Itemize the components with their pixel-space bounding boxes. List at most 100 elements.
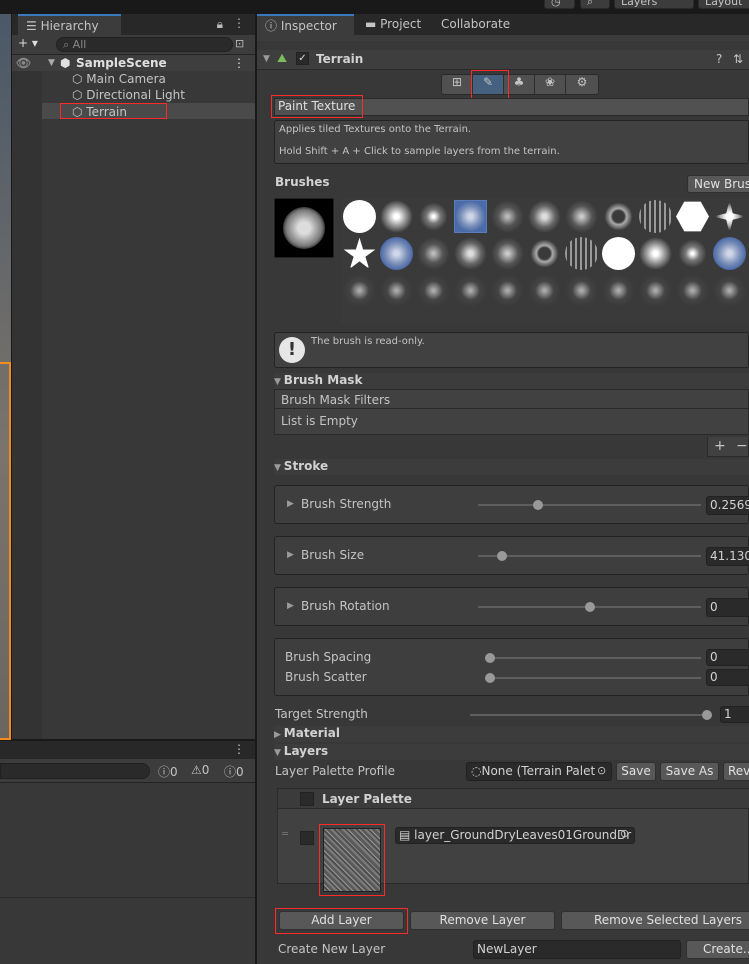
warning-count[interactable]: ⚠0: [191, 763, 209, 777]
create-layer-button[interactable]: Create...: [686, 940, 749, 959]
hierarchy-search-input[interactable]: ⌕ All: [56, 37, 233, 52]
brush-thumbnail[interactable]: [343, 274, 376, 307]
brush-thumbnail[interactable]: [454, 237, 487, 270]
select-all-checkbox[interactable]: [300, 792, 314, 806]
brush-thumbnail[interactable]: [528, 200, 561, 233]
remove-selected-layers-button[interactable]: Remove Selected Layers: [561, 911, 749, 930]
brush-thumbnail[interactable]: [639, 200, 672, 233]
menu-icon[interactable]: ⋮: [233, 16, 245, 30]
console-search-input[interactable]: [0, 763, 150, 779]
brush-size-knob[interactable]: [497, 551, 508, 561]
revert-button[interactable]: Rev: [723, 762, 749, 781]
brush-thumbnail[interactable]: [454, 274, 487, 307]
console-menu-icon[interactable]: ⋮: [233, 742, 245, 756]
tab-project[interactable]: ▬ Project: [357, 14, 429, 35]
target-strength-slider[interactable]: [470, 714, 712, 716]
brush-thumbnail[interactable]: [417, 237, 450, 270]
tool-dropdown-label[interactable]: Paint Texture: [271, 95, 363, 118]
brush-thumbnail[interactable]: [713, 274, 746, 307]
brush-mask-foldout[interactable]: ▼ Brush Mask: [274, 373, 749, 389]
brush-size-slider[interactable]: [478, 555, 701, 557]
layers-foldout[interactable]: ▼ Layers: [274, 744, 749, 760]
brush-thumbnail[interactable]: [713, 200, 746, 233]
paint-details-icon[interactable]: ❀: [535, 75, 566, 94]
remove-icon[interactable]: −: [736, 438, 748, 454]
foldout-arrow-icon[interactable]: ▶: [287, 601, 294, 611]
stroke-foldout[interactable]: ▼ Stroke: [274, 459, 749, 475]
brush-spacing-knob[interactable]: [485, 653, 495, 663]
brush-strength-knob[interactable]: [533, 500, 544, 510]
tab-hierarchy[interactable]: ☰ Hierarchy: [18, 14, 121, 35]
target-strength-knob[interactable]: [702, 710, 712, 720]
brush-thumbnail[interactable]: [380, 200, 413, 233]
new-brush-button[interactable]: New Brus: [687, 175, 749, 193]
brush-thumbnail[interactable]: [343, 200, 376, 233]
scene-menu-icon[interactable]: ⋮: [233, 55, 245, 71]
brush-thumbnail[interactable]: [491, 274, 524, 307]
remove-layer-button[interactable]: Remove Layer: [410, 911, 555, 930]
brush-thumbnail[interactable]: [676, 274, 709, 307]
brush-thumbnail[interactable]: [491, 200, 524, 233]
scene-row[interactable]: 👁︎ ▼ ⬢ SampleScene ⋮: [12, 55, 255, 71]
brush-thumbnail[interactable]: [528, 274, 561, 307]
brush-thumbnail[interactable]: [639, 237, 672, 270]
layer-thumbnail[interactable]: [319, 824, 385, 896]
target-strength-field[interactable]: 1: [720, 706, 749, 723]
drag-handle-icon[interactable]: ═: [282, 829, 288, 840]
brush-thumbnail[interactable]: [602, 237, 635, 270]
layers-dropdown[interactable]: Layers: [614, 0, 694, 9]
brush-thumbnail-selected[interactable]: [454, 200, 487, 233]
brush-strength-slider[interactable]: [478, 504, 701, 506]
brush-thumbnail[interactable]: [676, 237, 709, 270]
hierarchy-item[interactable]: ⬡ Directional Light: [72, 87, 185, 103]
brush-thumbnail[interactable]: [639, 274, 672, 307]
brush-size-field[interactable]: 41.1309: [706, 547, 749, 566]
hierarchy-item[interactable]: ⬡ Main Camera: [72, 71, 166, 87]
brush-spacing-field[interactable]: 0: [706, 649, 749, 666]
info-count[interactable]: ⓘ0: [158, 763, 178, 780]
search-icon[interactable]: ⌕: [580, 0, 610, 9]
add-icon[interactable]: +: [714, 438, 726, 454]
add-dropdown-button[interactable]: + ▾: [18, 36, 38, 50]
layer-asset-field[interactable]: ▤ layer_GroundDryLeaves01GroundDr: [395, 827, 635, 844]
brush-thumbnail[interactable]: [380, 274, 413, 307]
layout-dropdown[interactable]: Layout: [698, 0, 749, 9]
brush-scatter-field[interactable]: 0: [706, 669, 749, 686]
help-icon[interactable]: ?: [716, 52, 722, 66]
tab-inspector[interactable]: ⓘ Inspector: [257, 14, 354, 35]
brush-thumbnail[interactable]: [713, 237, 746, 270]
brush-thumbnail[interactable]: [380, 237, 413, 270]
brush-thumbnail[interactable]: [417, 274, 450, 307]
brush-scatter-slider[interactable]: [485, 677, 701, 679]
brush-scatter-knob[interactable]: [485, 673, 495, 683]
brush-thumbnail[interactable]: [602, 274, 635, 307]
brush-thumbnail[interactable]: [565, 237, 598, 270]
foldout-arrow-icon[interactable]: ▶: [287, 499, 294, 509]
brush-rotation-knob[interactable]: [584, 602, 595, 612]
brush-thumbnail[interactable]: [602, 200, 635, 233]
collapse-arrow-icon[interactable]: ▼: [48, 55, 55, 71]
settings-icon[interactable]: ⇅: [733, 52, 743, 66]
object-picker-icon[interactable]: ⊙: [620, 827, 629, 840]
palette-profile-field[interactable]: ◌None (Terrain Palet: [466, 762, 612, 781]
brush-thumbnail[interactable]: [528, 237, 561, 270]
foldout-arrow-icon[interactable]: ▼: [263, 54, 270, 64]
object-picker-icon[interactable]: ⊙: [597, 764, 606, 777]
terrain-settings-icon[interactable]: ⚙: [566, 75, 598, 94]
brush-thumbnail[interactable]: [565, 274, 598, 307]
brush-thumbnail[interactable]: [491, 237, 524, 270]
error-count[interactable]: ⓘ0: [224, 763, 244, 780]
hierarchy-item-selected[interactable]: ⬡ Terrain: [60, 103, 167, 119]
new-layer-name-input[interactable]: NewLayer: [473, 940, 681, 959]
brush-rotation-field[interactable]: 0: [706, 598, 749, 617]
brush-thumbnail[interactable]: [565, 200, 598, 233]
eye-icon[interactable]: 👁︎: [16, 55, 31, 71]
tab-collaborate[interactable]: Collaborate: [433, 14, 518, 35]
save-button[interactable]: Save: [616, 762, 656, 781]
brush-strength-field[interactable]: 0.2569: [706, 496, 749, 515]
create-neighbor-icon[interactable]: ⊞: [442, 75, 473, 94]
layer-checkbox[interactable]: [300, 831, 314, 845]
brush-thumbnail[interactable]: [343, 237, 376, 269]
brush-thumbnail[interactable]: [676, 201, 709, 232]
search-options-icon[interactable]: ⊡: [235, 37, 244, 50]
